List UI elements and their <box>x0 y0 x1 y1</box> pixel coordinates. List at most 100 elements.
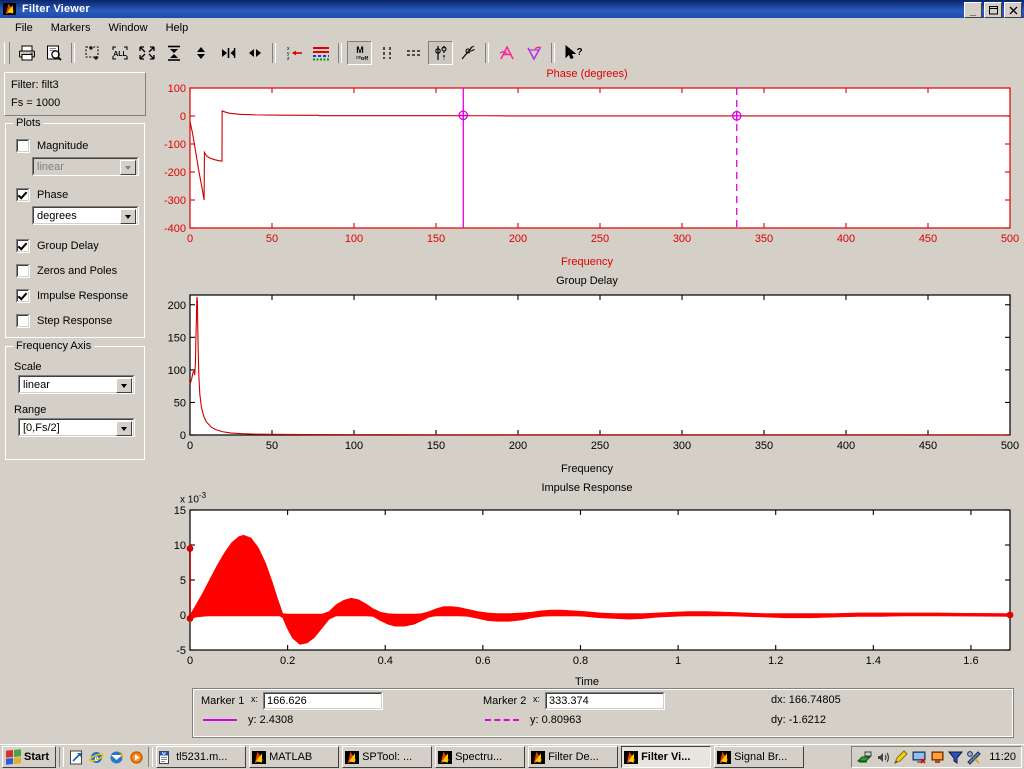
svg-text:500: 500 <box>1001 233 1019 245</box>
annotate-a-button[interactable] <box>494 41 519 65</box>
menu-window[interactable]: Window <box>99 20 156 36</box>
marker1-x-input[interactable]: 166.626 <box>263 692 383 710</box>
zoom-all-button[interactable]: ALL <box>107 41 132 65</box>
group-delay-label: Group Delay <box>37 240 99 252</box>
matlab-icon <box>252 750 267 764</box>
start-label: Start <box>24 751 50 763</box>
checkbox-zeros-and-poles[interactable]: Zeros and Poles <box>16 263 144 279</box>
chevron-down-icon[interactable] <box>116 378 132 393</box>
markers-onoff-button[interactable]: M on off <box>347 41 372 65</box>
annotate-v-button[interactable] <box>521 41 546 65</box>
group-delay-checkbox-box[interactable] <box>16 239 30 253</box>
impulse-response-plot[interactable]: Impulse Response x 10-3 0 0.2 0.4 0.6 0.8 1 1.… <box>150 482 1024 690</box>
svg-text:10: 10 <box>174 540 186 552</box>
svg-text:1.6: 1.6 <box>963 655 978 667</box>
zoom-horizontal-out-button[interactable] <box>242 41 267 65</box>
zoom-fit-button[interactable] <box>134 41 159 65</box>
taskbar-button[interactable]: Filter Vi... <box>621 746 712 768</box>
group-delay-xlabel: Frequency <box>561 463 613 475</box>
magnitude-scale-combo[interactable]: linear <box>32 157 139 176</box>
toolbar-separator-5 <box>551 43 555 63</box>
toolbar-grip[interactable] <box>4 42 10 64</box>
impulse-response-checkbox-box[interactable] <box>16 289 30 303</box>
tools-icon <box>967 750 981 765</box>
checkbox-group-delay[interactable]: Group Delay <box>16 238 144 254</box>
peak-markers-button[interactable] <box>455 41 480 65</box>
print-button[interactable] <box>14 41 39 65</box>
zoom-horizontal-in-button[interactable] <box>215 41 240 65</box>
step-response-checkbox-box[interactable] <box>16 314 30 328</box>
marker-dy-label: dy: -1.6212 <box>771 714 827 726</box>
pencil-icon <box>894 749 908 764</box>
step-response-label: Step Response <box>37 315 113 327</box>
taskbar-button[interactable]: Signal Br... <box>714 746 805 768</box>
taskbar: Start e Wtl5231.m... MATLAB SPTool: ... Spe… <box>0 744 1024 769</box>
svg-text:-400: -400 <box>164 223 186 235</box>
phase-units-combo[interactable]: degrees <box>32 206 139 225</box>
horizontal-markers-button[interactable] <box>401 41 426 65</box>
checkbox-phase[interactable]: Phase <box>16 187 144 203</box>
system-tray: 11:20 <box>851 746 1022 768</box>
taskbar-button[interactable]: Filter De... <box>528 746 619 768</box>
group-delay-plot[interactable]: Group Delay 0 50 100 150 200 250 300 350 400 450 5… <box>150 275 1024 475</box>
svg-text:15: 15 <box>174 505 186 517</box>
svg-text:450: 450 <box>919 233 937 245</box>
close-button[interactable] <box>1004 2 1022 18</box>
chevron-down-icon[interactable] <box>120 209 136 224</box>
matlab-icon <box>438 750 453 764</box>
frequency-range-combo[interactable]: [0,Fs/2] <box>18 418 135 437</box>
taskbar-button[interactable]: MATLAB <box>249 746 340 768</box>
marker2-label: Marker 2 <box>483 695 527 707</box>
start-button[interactable]: Start <box>2 746 57 768</box>
frequency-scale-combo[interactable]: linear <box>18 375 135 394</box>
phase-plot[interactable]: Phase (degrees) 0 50 100 150 200 250 300 350 400… <box>150 68 1024 268</box>
taskbar-button[interactable]: Wtl5231.m... <box>156 746 247 768</box>
internet-explorer-icon[interactable]: e <box>87 748 105 766</box>
zeros-poles-checkbox-box[interactable] <box>16 264 30 278</box>
menu-file[interactable]: File <box>6 20 42 36</box>
svg-text:200: 200 <box>168 300 186 312</box>
taskbar-button-label: SPTool: ... <box>362 751 413 763</box>
marker-panel: Marker 1 x: 166.626 y: 2.4308 Marker 2 x… <box>192 688 1014 738</box>
taskbar-separator-1 <box>59 747 65 767</box>
line-styles-button[interactable] <box>308 41 333 65</box>
help-pointer-button[interactable]: ? <box>560 41 585 65</box>
minimize-button[interactable]: _ <box>964 2 982 18</box>
zoom-rect-button[interactable] <box>80 41 105 65</box>
axis-arrow-button[interactable]: x y z <box>281 41 306 65</box>
svg-text:100: 100 <box>168 83 186 95</box>
menu-help[interactable]: Help <box>157 20 198 36</box>
svg-text:W: W <box>162 751 167 756</box>
svg-text:350: 350 <box>755 233 773 245</box>
track-markers-button[interactable] <box>428 41 453 65</box>
svg-text:0: 0 <box>180 610 186 622</box>
zeros-poles-label: Zeros and Poles <box>37 265 118 277</box>
chevron-down-icon[interactable] <box>116 421 132 436</box>
checkbox-step-response[interactable]: Step Response <box>16 313 144 329</box>
task-button-list: Wtl5231.m... MATLAB SPTool: ... Spectru... F… <box>156 746 807 768</box>
phase-checkbox-box[interactable] <box>16 188 30 202</box>
checkbox-impulse-response[interactable]: Impulse Response <box>16 288 144 304</box>
svg-text:0: 0 <box>187 655 193 667</box>
zoom-vertical-in-button[interactable] <box>161 41 186 65</box>
print-preview-button[interactable] <box>41 41 66 65</box>
chevron-down-icon[interactable] <box>120 160 136 175</box>
outlook-express-icon[interactable] <box>107 748 125 766</box>
matlab-icon <box>345 750 360 764</box>
filter-info-panel: Filter: filt3 Fs = 1000 <box>4 72 146 116</box>
taskbar-button-label: Filter De... <box>548 751 599 763</box>
zoom-vertical-out-button[interactable] <box>188 41 213 65</box>
vertical-markers-button[interactable] <box>374 41 399 65</box>
taskbar-button[interactable]: SPTool: ... <box>342 746 433 768</box>
marker2-x-input[interactable]: 333.374 <box>545 692 665 710</box>
magnitude-checkbox-box[interactable] <box>16 139 30 153</box>
frequency-axis-group-title: Frequency Axis <box>13 340 95 352</box>
maximize-button[interactable] <box>984 2 1002 18</box>
svg-text:350: 350 <box>755 440 773 452</box>
checkbox-magnitude[interactable]: Magnitude <box>16 138 144 154</box>
window-title: Filter Viewer <box>22 3 90 15</box>
menu-markers[interactable]: Markers <box>42 20 100 36</box>
show-desktop-icon[interactable] <box>67 748 85 766</box>
media-player-icon[interactable] <box>127 748 145 766</box>
taskbar-button[interactable]: Spectru... <box>435 746 526 768</box>
